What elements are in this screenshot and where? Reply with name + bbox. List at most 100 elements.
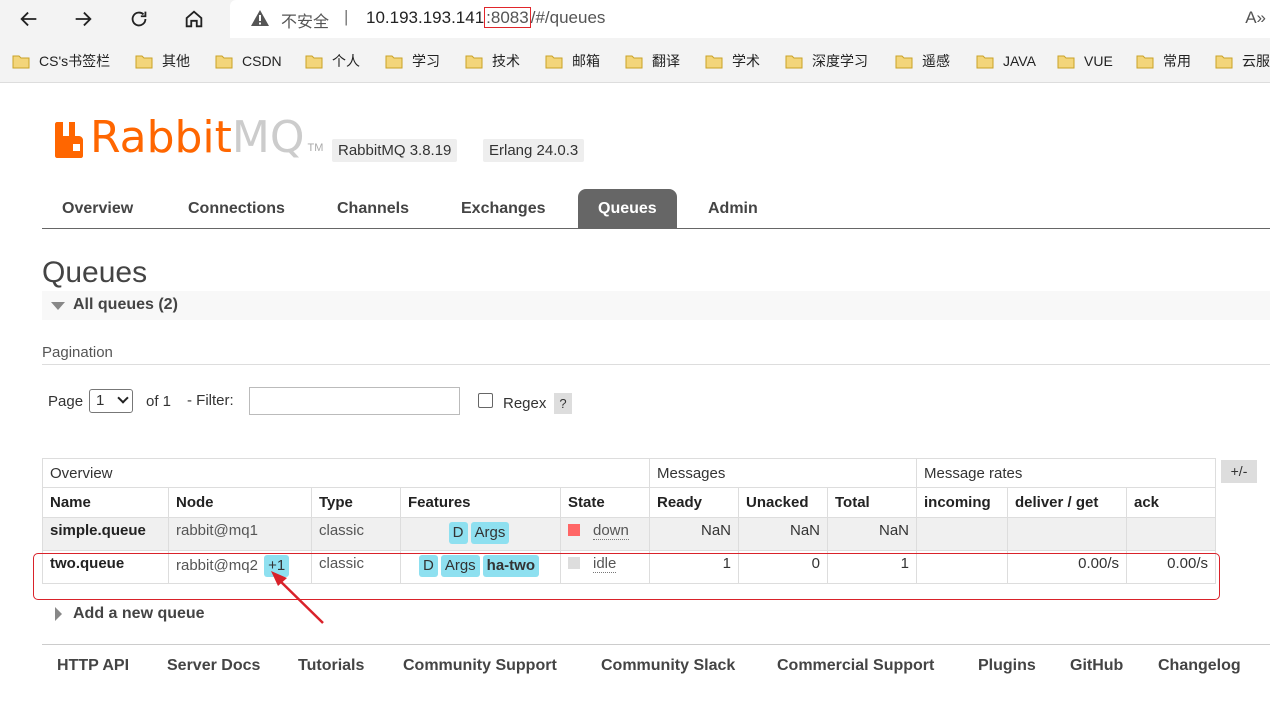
col-unacked[interactable]: Unacked [738, 487, 828, 518]
feature-durable-badge[interactable]: D [418, 555, 438, 577]
regex-checkbox[interactable] [478, 393, 493, 408]
bookmark-item[interactable]: CS's书签栏 [12, 51, 110, 71]
home-icon[interactable] [179, 4, 209, 34]
folder-icon [1057, 54, 1075, 69]
page-select[interactable]: 1 [89, 389, 133, 413]
url-separator: | [344, 7, 349, 26]
ready-count: NaN [649, 517, 739, 551]
mirror-count-badge[interactable]: +1 [264, 555, 290, 577]
rabbitmq-logo[interactable]: RabbitMQ TM [55, 116, 323, 160]
main-nav-tabs: Overview Connections Channels Exchanges … [42, 189, 1270, 229]
table-column-header: Name Node Type Features State Ready Unac… [42, 487, 1216, 518]
bookmark-item[interactable]: 邮箱 [545, 51, 600, 71]
footer-link-tutorials[interactable]: Tutorials [298, 657, 364, 675]
footer-link-plugins[interactable]: Plugins [978, 657, 1036, 675]
tab-channels[interactable]: Channels [317, 189, 429, 228]
bookmark-item[interactable]: 翻译 [625, 51, 680, 71]
total-count: NaN [827, 517, 917, 551]
bookmark-item[interactable]: CSDN [215, 51, 282, 71]
bookmark-item[interactable]: 学术 [705, 51, 760, 71]
bookmark-item[interactable]: 技术 [465, 51, 520, 71]
bookmark-label: 个人 [332, 53, 360, 69]
queue-name-link[interactable]: two.queue [50, 555, 124, 572]
regex-help-button[interactable]: ? [554, 393, 572, 414]
deliver-rate: 0.00/s [1007, 550, 1127, 584]
feature-durable-badge[interactable]: D [448, 522, 468, 544]
rabbitmq-version: RabbitMQ 3.8.19 [332, 139, 458, 162]
col-ack[interactable]: ack [1126, 487, 1216, 518]
back-icon[interactable] [14, 4, 44, 34]
bookmark-item[interactable]: 深度学习 [785, 51, 868, 71]
bookmark-item[interactable]: 云服 [1215, 51, 1270, 71]
tab-connections[interactable]: Connections [168, 189, 305, 228]
bookmark-item[interactable]: 遥感 [895, 51, 950, 71]
tab-queues[interactable]: Queues [578, 189, 677, 228]
footer-link-community-slack[interactable]: Community Slack [601, 657, 735, 675]
table-row[interactable]: simple.queue rabbit@mq1 classic D Args do… [42, 517, 1216, 551]
col-type[interactable]: Type [311, 487, 401, 518]
read-aloud-icon[interactable]: A» [1245, 8, 1266, 28]
bookmark-item[interactable]: VUE [1057, 51, 1113, 71]
tab-exchanges[interactable]: Exchanges [441, 189, 565, 228]
add-queue-label: Add a new queue [73, 605, 205, 622]
queue-type: classic [319, 555, 365, 572]
bookmark-label: 常用 [1163, 53, 1191, 69]
feature-policy-badge[interactable]: ha-two [482, 555, 539, 577]
ready-count: 1 [649, 550, 739, 584]
col-incoming[interactable]: incoming [916, 487, 1008, 518]
column-toggle-button[interactable]: +/- [1221, 460, 1257, 483]
bookmark-item[interactable]: 学习 [385, 51, 440, 71]
feature-args-badge[interactable]: Args [470, 522, 510, 544]
footer-link-commercial-support[interactable]: Commercial Support [777, 657, 934, 675]
col-deliver-get[interactable]: deliver / get [1007, 487, 1127, 518]
col-name[interactable]: Name [42, 487, 169, 518]
feature-args-badge[interactable]: Args [440, 555, 480, 577]
col-ready[interactable]: Ready [649, 487, 739, 518]
footer-link-server-docs[interactable]: Server Docs [167, 657, 260, 675]
bookmarks-bar: CS's书签栏 其他 CSDN 个人 学习 技术 邮箱 翻译 学术 深度学习 遥感 JAVA VUE 常用… [0, 38, 1270, 83]
ack-rate [1126, 517, 1216, 551]
url-text[interactable]: 10.193.193.141:8083/#/queues [366, 7, 605, 28]
address-bar[interactable]: 不安全 | 10.193.193.141:8083/#/queues A» [230, 0, 1270, 38]
browser-toolbar: 不安全 | 10.193.193.141:8083/#/queues A» [0, 0, 1270, 38]
group-messages: Messages [649, 458, 917, 488]
not-secure-label: 不安全 [281, 14, 330, 31]
bookmark-item[interactable]: 个人 [305, 51, 360, 71]
footer-link-github[interactable]: GitHub [1070, 657, 1123, 675]
bookmark-item[interactable]: JAVA [976, 51, 1036, 71]
queues-table: Overview Messages Message rates Name Nod… [42, 458, 1216, 584]
logo-rabbit: Rabbit [90, 112, 232, 163]
footer-link-changelog[interactable]: Changelog [1158, 657, 1241, 675]
col-features[interactable]: Features [400, 487, 561, 518]
bookmark-label: 学术 [732, 53, 760, 69]
forward-icon[interactable] [68, 4, 98, 34]
bookmark-label: 学习 [412, 53, 440, 69]
tab-overview[interactable]: Overview [42, 189, 153, 228]
footer-link-community-support[interactable]: Community Support [403, 657, 557, 675]
bookmark-item[interactable]: 其他 [135, 51, 190, 71]
col-node[interactable]: Node [168, 487, 312, 518]
incoming-rate [916, 550, 1008, 584]
tab-admin[interactable]: Admin [688, 189, 778, 228]
pagination-divider [42, 364, 1270, 365]
footer-divider [42, 644, 1270, 645]
folder-icon [135, 54, 153, 69]
col-total[interactable]: Total [827, 487, 917, 518]
table-row[interactable]: two.queue rabbit@mq2 +1 classic D Args ha-… [42, 550, 1216, 584]
bookmark-item[interactable]: 常用 [1136, 51, 1191, 71]
footer-link-http-api[interactable]: HTTP API [57, 657, 129, 675]
queue-name-link[interactable]: simple.queue [50, 522, 146, 539]
filter-input[interactable] [249, 387, 460, 415]
folder-icon [1215, 54, 1233, 69]
url-host: 10.193.193.141 [366, 8, 485, 27]
logo-mq: MQ [231, 112, 305, 163]
bookmark-label: 翻译 [652, 53, 680, 69]
erlang-version: Erlang 24.0.3 [483, 139, 585, 162]
all-queues-section-toggle[interactable]: All queues (2) [42, 291, 1270, 320]
warning-icon[interactable] [250, 8, 270, 28]
queue-node: rabbit@mq1 [176, 522, 258, 539]
folder-icon [705, 54, 723, 69]
col-state[interactable]: State [560, 487, 650, 518]
deliver-rate [1007, 517, 1127, 551]
refresh-icon[interactable] [124, 4, 154, 34]
